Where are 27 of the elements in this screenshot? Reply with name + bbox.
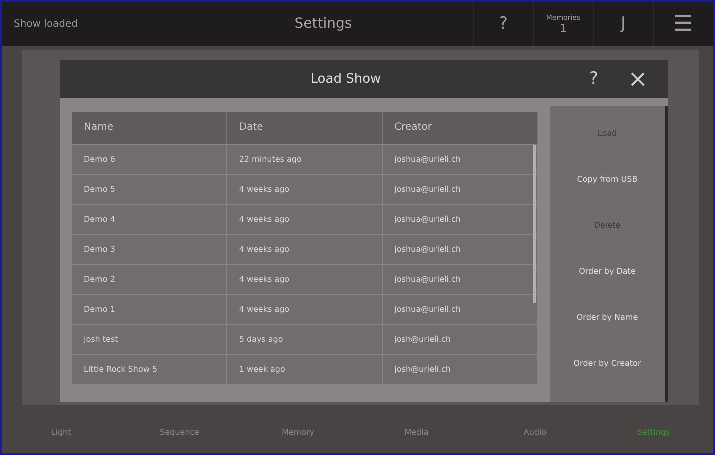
dialog-title: Load Show [310,72,382,86]
table-row[interactable]: Demo 1 4 weeks ago joshua@urieli.ch [72,294,538,324]
table-cell: josh@urieli.ch [382,355,538,384]
nav-tab[interactable]: Sequence [120,411,239,453]
scrollbar[interactable] [533,145,536,303]
status-text: Show loaded [13,18,80,30]
action-button[interactable]: Order by Date [550,248,665,294]
table-row[interactable]: Little Rock Show 5 1 week ago josh@urieli.ch [72,354,538,384]
table-row[interactable]: Demo 6 22 minutes ago joshua@urieli.ch [72,144,538,174]
table-row[interactable]: Demo 2 4 weeks ago joshua@urieli.ch [72,264,538,294]
table-row[interactable]: Demo 3 4 weeks ago joshua@urieli.ch [72,234,538,264]
action-button[interactable]: Order by Name [550,294,665,340]
nav-tab[interactable]: Memory [239,411,358,453]
table-cell: 1 week ago [227,355,383,384]
table-row[interactable]: Demo 4 4 weeks ago joshua@urieli.ch [72,204,538,234]
table-row[interactable]: josh test 5 days ago josh@urieli.ch [72,324,538,354]
page-title: Settings [294,16,354,32]
action-button[interactable]: Copy from USB [550,156,665,202]
nav-tab[interactable]: Settings [594,411,713,453]
nav-tab[interactable]: Audio [476,411,594,453]
action-button[interactable]: Order by Creator [550,340,665,386]
table-row[interactable]: Demo 5 4 weeks ago joshua@urieli.ch [72,174,538,204]
nav-tab[interactable]: Light [2,411,120,453]
table-cell: Little Rock Show 5 [72,355,228,384]
nav-tab[interactable]: Media [358,411,476,453]
close-button[interactable]: × [616,65,660,93]
help-button[interactable]: ? [572,69,616,89]
